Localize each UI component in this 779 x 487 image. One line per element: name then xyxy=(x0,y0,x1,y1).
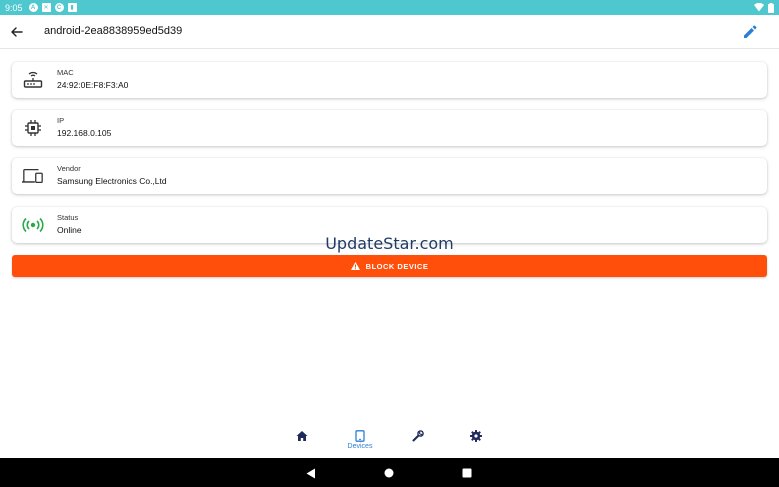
back-button[interactable] xyxy=(8,23,26,41)
recents-square-icon xyxy=(462,468,472,478)
notification-icons: A ✕ C ▮ xyxy=(28,3,77,12)
block-device-label: BLOCK DEVICE xyxy=(365,261,429,271)
page-title: android-2ea8838959ed5d39 xyxy=(44,25,183,37)
bottom-navigation: Devices xyxy=(0,425,779,458)
wifi-icon xyxy=(754,3,764,12)
block-device-button[interactable]: BLOCK DEVICE xyxy=(12,255,767,277)
system-recents-button[interactable] xyxy=(459,465,475,481)
system-back-button[interactable] xyxy=(303,465,319,481)
vendor-label: Vendor xyxy=(57,164,81,173)
nav-settings[interactable] xyxy=(456,430,496,456)
notification-c-icon: C xyxy=(54,3,64,12)
mac-label: MAC xyxy=(57,68,74,77)
nav-devices-label: Devices xyxy=(347,443,373,450)
status-label: Status xyxy=(57,213,79,222)
mac-value: 24:92:0E:F8:F3:A0 xyxy=(57,80,129,90)
online-signal-icon xyxy=(22,215,44,235)
watermark-text: UpdateStar.com xyxy=(325,234,454,253)
wrench-icon xyxy=(412,430,424,442)
ip-label: IP xyxy=(57,116,65,125)
status-time: 9:05 xyxy=(5,2,23,13)
ip-card: IP 192.168.0.105 xyxy=(12,110,767,146)
edit-button[interactable] xyxy=(740,22,760,42)
notification-a-icon: A xyxy=(28,3,38,12)
nav-tools[interactable] xyxy=(398,430,438,456)
home-icon xyxy=(296,431,308,441)
warning-icon xyxy=(350,262,360,270)
router-icon xyxy=(22,70,44,90)
pencil-icon xyxy=(744,25,757,38)
notification-x-icon: ✕ xyxy=(41,3,51,12)
notification-clipboard-icon: ▮ xyxy=(67,3,77,12)
arrow-back-icon xyxy=(11,27,23,37)
status-bar: 9:05 A ✕ C ▮ xyxy=(0,0,779,15)
nav-home[interactable] xyxy=(282,430,322,456)
tablet-icon xyxy=(355,430,365,442)
status-right xyxy=(754,2,774,13)
chip-icon xyxy=(22,118,44,138)
gear-icon xyxy=(470,430,482,442)
ip-value: 192.168.0.105 xyxy=(57,128,112,138)
vendor-card: Vendor Samsung Electronics Co.,Ltd xyxy=(12,158,767,194)
system-home-button[interactable] xyxy=(381,465,397,481)
back-triangle-icon xyxy=(306,468,315,478)
system-navigation-bar xyxy=(0,458,779,487)
nav-devices[interactable]: Devices xyxy=(340,430,380,456)
battery-icon xyxy=(768,2,774,13)
mac-card: MAC 24:92:0E:F8:F3:A0 xyxy=(12,62,767,98)
app-bar: android-2ea8838959ed5d39 xyxy=(0,15,779,49)
home-circle-icon xyxy=(384,468,394,478)
vendor-value: Samsung Electronics Co.,Ltd xyxy=(57,176,167,186)
devices-icon xyxy=(22,166,44,186)
